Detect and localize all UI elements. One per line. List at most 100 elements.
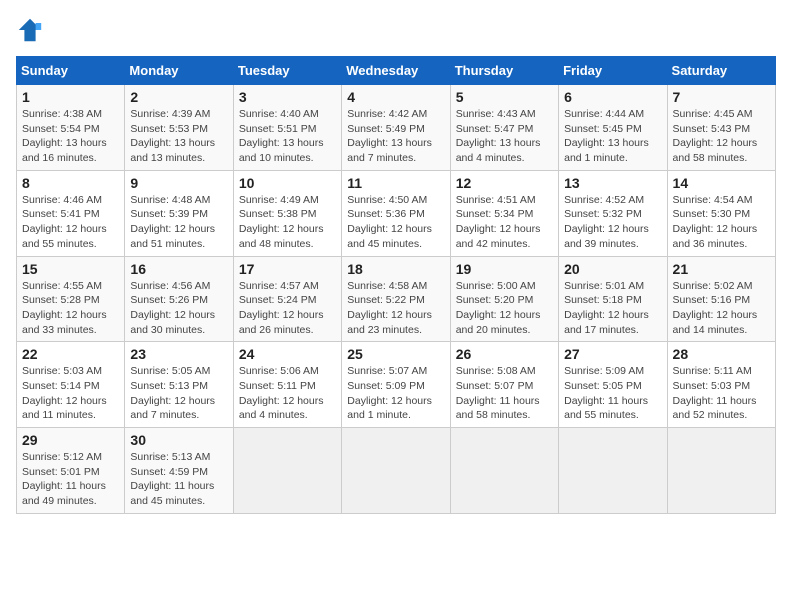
calendar-week-row: 15 Sunrise: 4:55 AMSunset: 5:28 PMDaylig… [17, 256, 776, 342]
logo-icon [16, 16, 44, 44]
day-detail: Sunrise: 5:12 AMSunset: 5:01 PMDaylight:… [22, 451, 106, 507]
calendar-cell: 20 Sunrise: 5:01 AMSunset: 5:18 PMDaylig… [559, 256, 667, 342]
calendar-cell: 12 Sunrise: 4:51 AMSunset: 5:34 PMDaylig… [450, 170, 558, 256]
calendar-cell: 11 Sunrise: 4:50 AMSunset: 5:36 PMDaylig… [342, 170, 450, 256]
day-number: 1 [22, 89, 119, 105]
day-detail: Sunrise: 5:06 AMSunset: 5:11 PMDaylight:… [239, 365, 324, 421]
calendar-cell: 23 Sunrise: 5:05 AMSunset: 5:13 PMDaylig… [125, 342, 233, 428]
day-detail: Sunrise: 4:51 AMSunset: 5:34 PMDaylight:… [456, 194, 541, 250]
calendar-cell: 10 Sunrise: 4:49 AMSunset: 5:38 PMDaylig… [233, 170, 341, 256]
calendar-cell [559, 428, 667, 514]
day-number: 8 [22, 175, 119, 191]
calendar-week-row: 29 Sunrise: 5:12 AMSunset: 5:01 PMDaylig… [17, 428, 776, 514]
column-header-monday: Monday [125, 57, 233, 85]
day-number: 24 [239, 346, 336, 362]
calendar-week-row: 22 Sunrise: 5:03 AMSunset: 5:14 PMDaylig… [17, 342, 776, 428]
calendar-cell: 28 Sunrise: 5:11 AMSunset: 5:03 PMDaylig… [667, 342, 775, 428]
column-header-friday: Friday [559, 57, 667, 85]
day-detail: Sunrise: 4:56 AMSunset: 5:26 PMDaylight:… [130, 280, 215, 336]
day-detail: Sunrise: 4:55 AMSunset: 5:28 PMDaylight:… [22, 280, 107, 336]
day-number: 19 [456, 261, 553, 277]
day-detail: Sunrise: 5:13 AMSunset: 4:59 PMDaylight:… [130, 451, 214, 507]
calendar-table: SundayMondayTuesdayWednesdayThursdayFrid… [16, 56, 776, 514]
day-detail: Sunrise: 4:42 AMSunset: 5:49 PMDaylight:… [347, 108, 432, 164]
logo [16, 16, 48, 44]
day-number: 16 [130, 261, 227, 277]
calendar-week-row: 8 Sunrise: 4:46 AMSunset: 5:41 PMDayligh… [17, 170, 776, 256]
day-number: 27 [564, 346, 661, 362]
calendar-cell: 21 Sunrise: 5:02 AMSunset: 5:16 PMDaylig… [667, 256, 775, 342]
calendar-cell: 22 Sunrise: 5:03 AMSunset: 5:14 PMDaylig… [17, 342, 125, 428]
column-header-sunday: Sunday [17, 57, 125, 85]
day-number: 30 [130, 432, 227, 448]
day-detail: Sunrise: 4:44 AMSunset: 5:45 PMDaylight:… [564, 108, 649, 164]
column-header-tuesday: Tuesday [233, 57, 341, 85]
day-number: 20 [564, 261, 661, 277]
calendar-cell: 29 Sunrise: 5:12 AMSunset: 5:01 PMDaylig… [17, 428, 125, 514]
day-detail: Sunrise: 5:11 AMSunset: 5:03 PMDaylight:… [673, 365, 757, 421]
calendar-week-row: 1 Sunrise: 4:38 AMSunset: 5:54 PMDayligh… [17, 85, 776, 171]
day-number: 9 [130, 175, 227, 191]
day-number: 18 [347, 261, 444, 277]
day-detail: Sunrise: 4:58 AMSunset: 5:22 PMDaylight:… [347, 280, 432, 336]
day-detail: Sunrise: 4:40 AMSunset: 5:51 PMDaylight:… [239, 108, 324, 164]
day-detail: Sunrise: 4:54 AMSunset: 5:30 PMDaylight:… [673, 194, 758, 250]
day-detail: Sunrise: 4:45 AMSunset: 5:43 PMDaylight:… [673, 108, 758, 164]
calendar-cell: 4 Sunrise: 4:42 AMSunset: 5:49 PMDayligh… [342, 85, 450, 171]
day-detail: Sunrise: 5:03 AMSunset: 5:14 PMDaylight:… [22, 365, 107, 421]
day-number: 2 [130, 89, 227, 105]
day-number: 3 [239, 89, 336, 105]
calendar-cell: 8 Sunrise: 4:46 AMSunset: 5:41 PMDayligh… [17, 170, 125, 256]
calendar-cell [667, 428, 775, 514]
calendar-cell: 2 Sunrise: 4:39 AMSunset: 5:53 PMDayligh… [125, 85, 233, 171]
day-detail: Sunrise: 5:05 AMSunset: 5:13 PMDaylight:… [130, 365, 215, 421]
day-detail: Sunrise: 5:02 AMSunset: 5:16 PMDaylight:… [673, 280, 758, 336]
calendar-cell: 13 Sunrise: 4:52 AMSunset: 5:32 PMDaylig… [559, 170, 667, 256]
day-detail: Sunrise: 5:01 AMSunset: 5:18 PMDaylight:… [564, 280, 649, 336]
day-number: 4 [347, 89, 444, 105]
calendar-cell: 7 Sunrise: 4:45 AMSunset: 5:43 PMDayligh… [667, 85, 775, 171]
day-number: 22 [22, 346, 119, 362]
day-number: 15 [22, 261, 119, 277]
day-number: 11 [347, 175, 444, 191]
calendar-cell: 9 Sunrise: 4:48 AMSunset: 5:39 PMDayligh… [125, 170, 233, 256]
day-detail: Sunrise: 5:00 AMSunset: 5:20 PMDaylight:… [456, 280, 541, 336]
day-number: 25 [347, 346, 444, 362]
day-number: 29 [22, 432, 119, 448]
calendar-header-row: SundayMondayTuesdayWednesdayThursdayFrid… [17, 57, 776, 85]
page-header [16, 16, 776, 44]
column-header-wednesday: Wednesday [342, 57, 450, 85]
day-detail: Sunrise: 4:38 AMSunset: 5:54 PMDaylight:… [22, 108, 107, 164]
day-number: 6 [564, 89, 661, 105]
calendar-cell: 19 Sunrise: 5:00 AMSunset: 5:20 PMDaylig… [450, 256, 558, 342]
calendar-cell: 3 Sunrise: 4:40 AMSunset: 5:51 PMDayligh… [233, 85, 341, 171]
calendar-cell: 18 Sunrise: 4:58 AMSunset: 5:22 PMDaylig… [342, 256, 450, 342]
day-detail: Sunrise: 4:43 AMSunset: 5:47 PMDaylight:… [456, 108, 541, 164]
calendar-cell: 16 Sunrise: 4:56 AMSunset: 5:26 PMDaylig… [125, 256, 233, 342]
calendar-cell: 17 Sunrise: 4:57 AMSunset: 5:24 PMDaylig… [233, 256, 341, 342]
calendar-cell: 5 Sunrise: 4:43 AMSunset: 5:47 PMDayligh… [450, 85, 558, 171]
day-number: 5 [456, 89, 553, 105]
calendar-cell [342, 428, 450, 514]
day-number: 12 [456, 175, 553, 191]
day-number: 21 [673, 261, 770, 277]
calendar-cell: 1 Sunrise: 4:38 AMSunset: 5:54 PMDayligh… [17, 85, 125, 171]
calendar-cell: 14 Sunrise: 4:54 AMSunset: 5:30 PMDaylig… [667, 170, 775, 256]
day-detail: Sunrise: 4:57 AMSunset: 5:24 PMDaylight:… [239, 280, 324, 336]
calendar-cell [450, 428, 558, 514]
calendar-cell [233, 428, 341, 514]
calendar-cell: 27 Sunrise: 5:09 AMSunset: 5:05 PMDaylig… [559, 342, 667, 428]
calendar-cell: 26 Sunrise: 5:08 AMSunset: 5:07 PMDaylig… [450, 342, 558, 428]
day-detail: Sunrise: 4:39 AMSunset: 5:53 PMDaylight:… [130, 108, 215, 164]
calendar-cell: 15 Sunrise: 4:55 AMSunset: 5:28 PMDaylig… [17, 256, 125, 342]
day-detail: Sunrise: 5:09 AMSunset: 5:05 PMDaylight:… [564, 365, 648, 421]
calendar-cell: 30 Sunrise: 5:13 AMSunset: 4:59 PMDaylig… [125, 428, 233, 514]
day-detail: Sunrise: 4:48 AMSunset: 5:39 PMDaylight:… [130, 194, 215, 250]
calendar-cell: 25 Sunrise: 5:07 AMSunset: 5:09 PMDaylig… [342, 342, 450, 428]
day-number: 17 [239, 261, 336, 277]
calendar-cell: 24 Sunrise: 5:06 AMSunset: 5:11 PMDaylig… [233, 342, 341, 428]
column-header-thursday: Thursday [450, 57, 558, 85]
day-detail: Sunrise: 4:52 AMSunset: 5:32 PMDaylight:… [564, 194, 649, 250]
calendar-cell: 6 Sunrise: 4:44 AMSunset: 5:45 PMDayligh… [559, 85, 667, 171]
day-number: 10 [239, 175, 336, 191]
